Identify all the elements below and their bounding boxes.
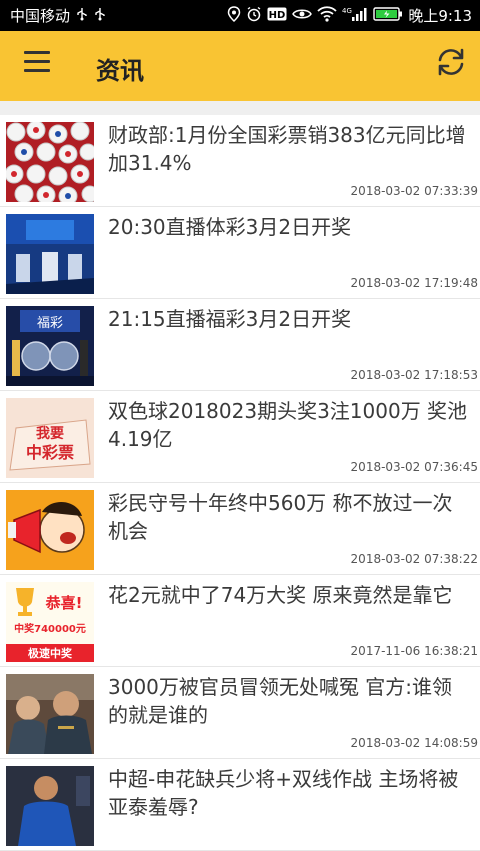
refresh-icon[interactable] [434,45,468,79]
thumb-line1: 我要 [36,426,64,442]
carrier-name: 中国移动 [10,7,71,25]
news-item[interactable]: 20:30直播体彩3月2日开奖 2018-03-02 17:19:48 [0,207,480,299]
news-item[interactable]: 中超-申花缺兵少将+双线作战 主场将被亚泰羞辱? [0,759,480,851]
status-bar: 中国移动 HD 4G 晚上9:13 [0,0,480,31]
news-item[interactable]: 福彩 21:15直播福彩3月2日开奖 2018-03-02 17:18:53 [0,299,480,391]
news-date: 2018-03-02 07:38:22 [350,552,478,566]
news-thumbnail-jackpot-trophy: 恭喜! 中奖740000元 极速中奖 [6,582,94,662]
news-thumbnail-lottery-balls [6,122,94,202]
news-title: 中超-申花缺兵少将+双线作战 主场将被亚泰羞辱? [108,767,459,819]
news-date: 2017-11-06 16:38:21 [350,644,478,658]
news-thumbnail-football-player [6,766,94,846]
network-type: 4G [342,7,352,15]
thumb-band: 极速中奖 [28,646,73,660]
location-icon [227,5,241,26]
eye-icon [292,7,313,25]
news-title: 20:30直播体彩3月2日开奖 [108,215,352,239]
news-thumbnail-broadcast-studio [6,214,94,294]
news-date: 2018-03-02 17:18:53 [350,368,478,382]
news-date: 2018-03-02 17:19:48 [350,276,478,290]
news-thumbnail-welfare-lottery-draw: 福彩 [6,306,94,386]
hd-icon: HD [267,7,287,25]
thumb-label: 福彩 [37,316,63,331]
news-date: 2018-03-02 14:08:59 [350,736,478,750]
news-title: 花2元就中了74万大奖 原来竟然是靠它 [108,583,453,607]
alarm-icon [246,6,262,26]
news-item[interactable]: 3000万被官员冒领无处喊冤 官方:谁领的就是谁的 2018-03-02 14:… [0,667,480,759]
news-item[interactable]: 恭喜! 中奖740000元 极速中奖 花2元就中了74万大奖 原来竟然是靠它 2… [0,575,480,667]
app-bar: 资讯 [0,31,480,101]
news-title: 双色球2018023期头奖3注1000万 奖池4.19亿 [108,399,468,451]
news-title: 彩民守号十年终中560万 称不放过一次机会 [108,491,453,543]
news-title: 财政部:1月份全国彩票销383亿元同比增加31.4% [108,123,466,175]
news-title: 21:15直播福彩3月2日开奖 [108,307,352,331]
page-title: 资讯 [96,57,144,85]
news-thumbnail-lottery-sign: 我要 中彩票 [6,398,94,478]
thumb-congrats: 恭喜! [45,594,83,612]
news-item[interactable]: 彩民守号十年终中560万 称不放过一次机会 2018-03-02 07:38:2… [0,483,480,575]
menu-icon[interactable] [24,51,52,73]
thumb-amount: 中奖740000元 [14,622,86,635]
usb-debug-icon [94,7,106,25]
thumb-line2: 中彩票 [26,443,74,462]
news-list: 财政部:1月份全国彩票销383亿元同比增加31.4% 2018-03-02 07… [0,115,480,851]
news-item[interactable]: 我要 中彩票 双色球2018023期头奖3注1000万 奖池4.19亿 2018… [0,391,480,483]
news-item[interactable]: 财政部:1月份全国彩票销383亿元同比增加31.4% 2018-03-02 07… [0,115,480,207]
header-divider [0,101,480,115]
usb-icon [76,7,88,25]
wifi-icon [317,5,337,26]
news-date: 2018-03-02 07:36:45 [350,460,478,474]
battery-icon [373,6,403,26]
clock: 晚上9:13 [408,7,472,25]
svg-text:HD: HD [269,10,286,21]
signal-icon: 4G [342,6,368,26]
news-thumbnail-officials-photo [6,674,94,754]
news-thumbnail-megaphone-cartoon [6,490,94,570]
news-date: 2018-03-02 07:33:39 [350,184,478,198]
news-title: 3000万被官员冒领无处喊冤 官方:谁领的就是谁的 [108,675,452,727]
